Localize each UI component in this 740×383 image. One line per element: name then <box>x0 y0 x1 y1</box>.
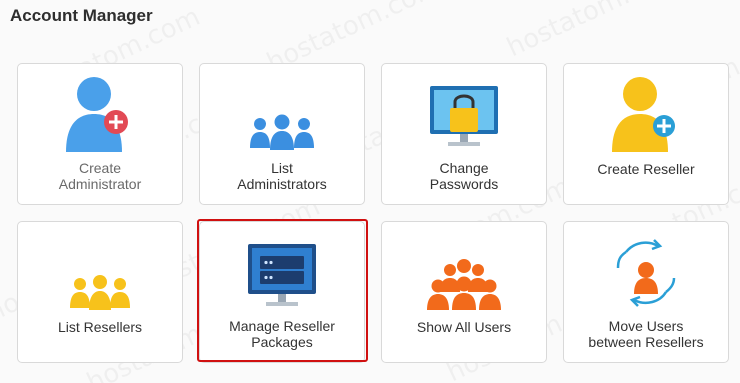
card-label: Manage Reseller Packages <box>229 318 335 350</box>
manage-reseller-packages-card[interactable]: Manage Reseller Packages <box>199 221 365 363</box>
person-add-yellow-icon <box>604 72 688 152</box>
people-group-orange-icon <box>422 230 506 310</box>
list-resellers-card[interactable]: List Resellers <box>17 221 183 363</box>
page-title: Account Manager <box>10 6 153 25</box>
card-label: Create Reseller <box>597 161 695 177</box>
card-label: Move Users between Resellers <box>588 318 704 350</box>
card-label: Create Administrator <box>58 160 142 192</box>
show-all-users-card[interactable]: Show All Users <box>381 221 547 363</box>
person-transfer-icon <box>604 230 688 310</box>
create-reseller-card[interactable]: Create Reseller <box>563 63 729 205</box>
list-administrators-card[interactable]: List Administrators <box>199 63 365 205</box>
watermark: hostatom.com <box>502 0 684 63</box>
card-label: List Administrators <box>237 160 327 192</box>
card-label: Change Passwords <box>429 160 499 192</box>
people-group-blue-icon <box>240 72 324 152</box>
move-users-card[interactable]: Move Users between Resellers <box>563 221 729 363</box>
card-label: List Resellers <box>57 319 143 335</box>
change-passwords-card[interactable]: Change Passwords <box>381 63 547 205</box>
create-administrator-card[interactable]: Create Administrator <box>17 63 183 205</box>
monitor-server-icon <box>240 230 324 310</box>
people-group-yellow-icon <box>58 230 142 310</box>
card-label: Show All Users <box>416 319 512 335</box>
monitor-lock-icon <box>422 72 506 152</box>
person-add-icon <box>58 72 142 152</box>
account-manager-grid: CreateAdministrator ListAdministrators <box>17 63 729 363</box>
